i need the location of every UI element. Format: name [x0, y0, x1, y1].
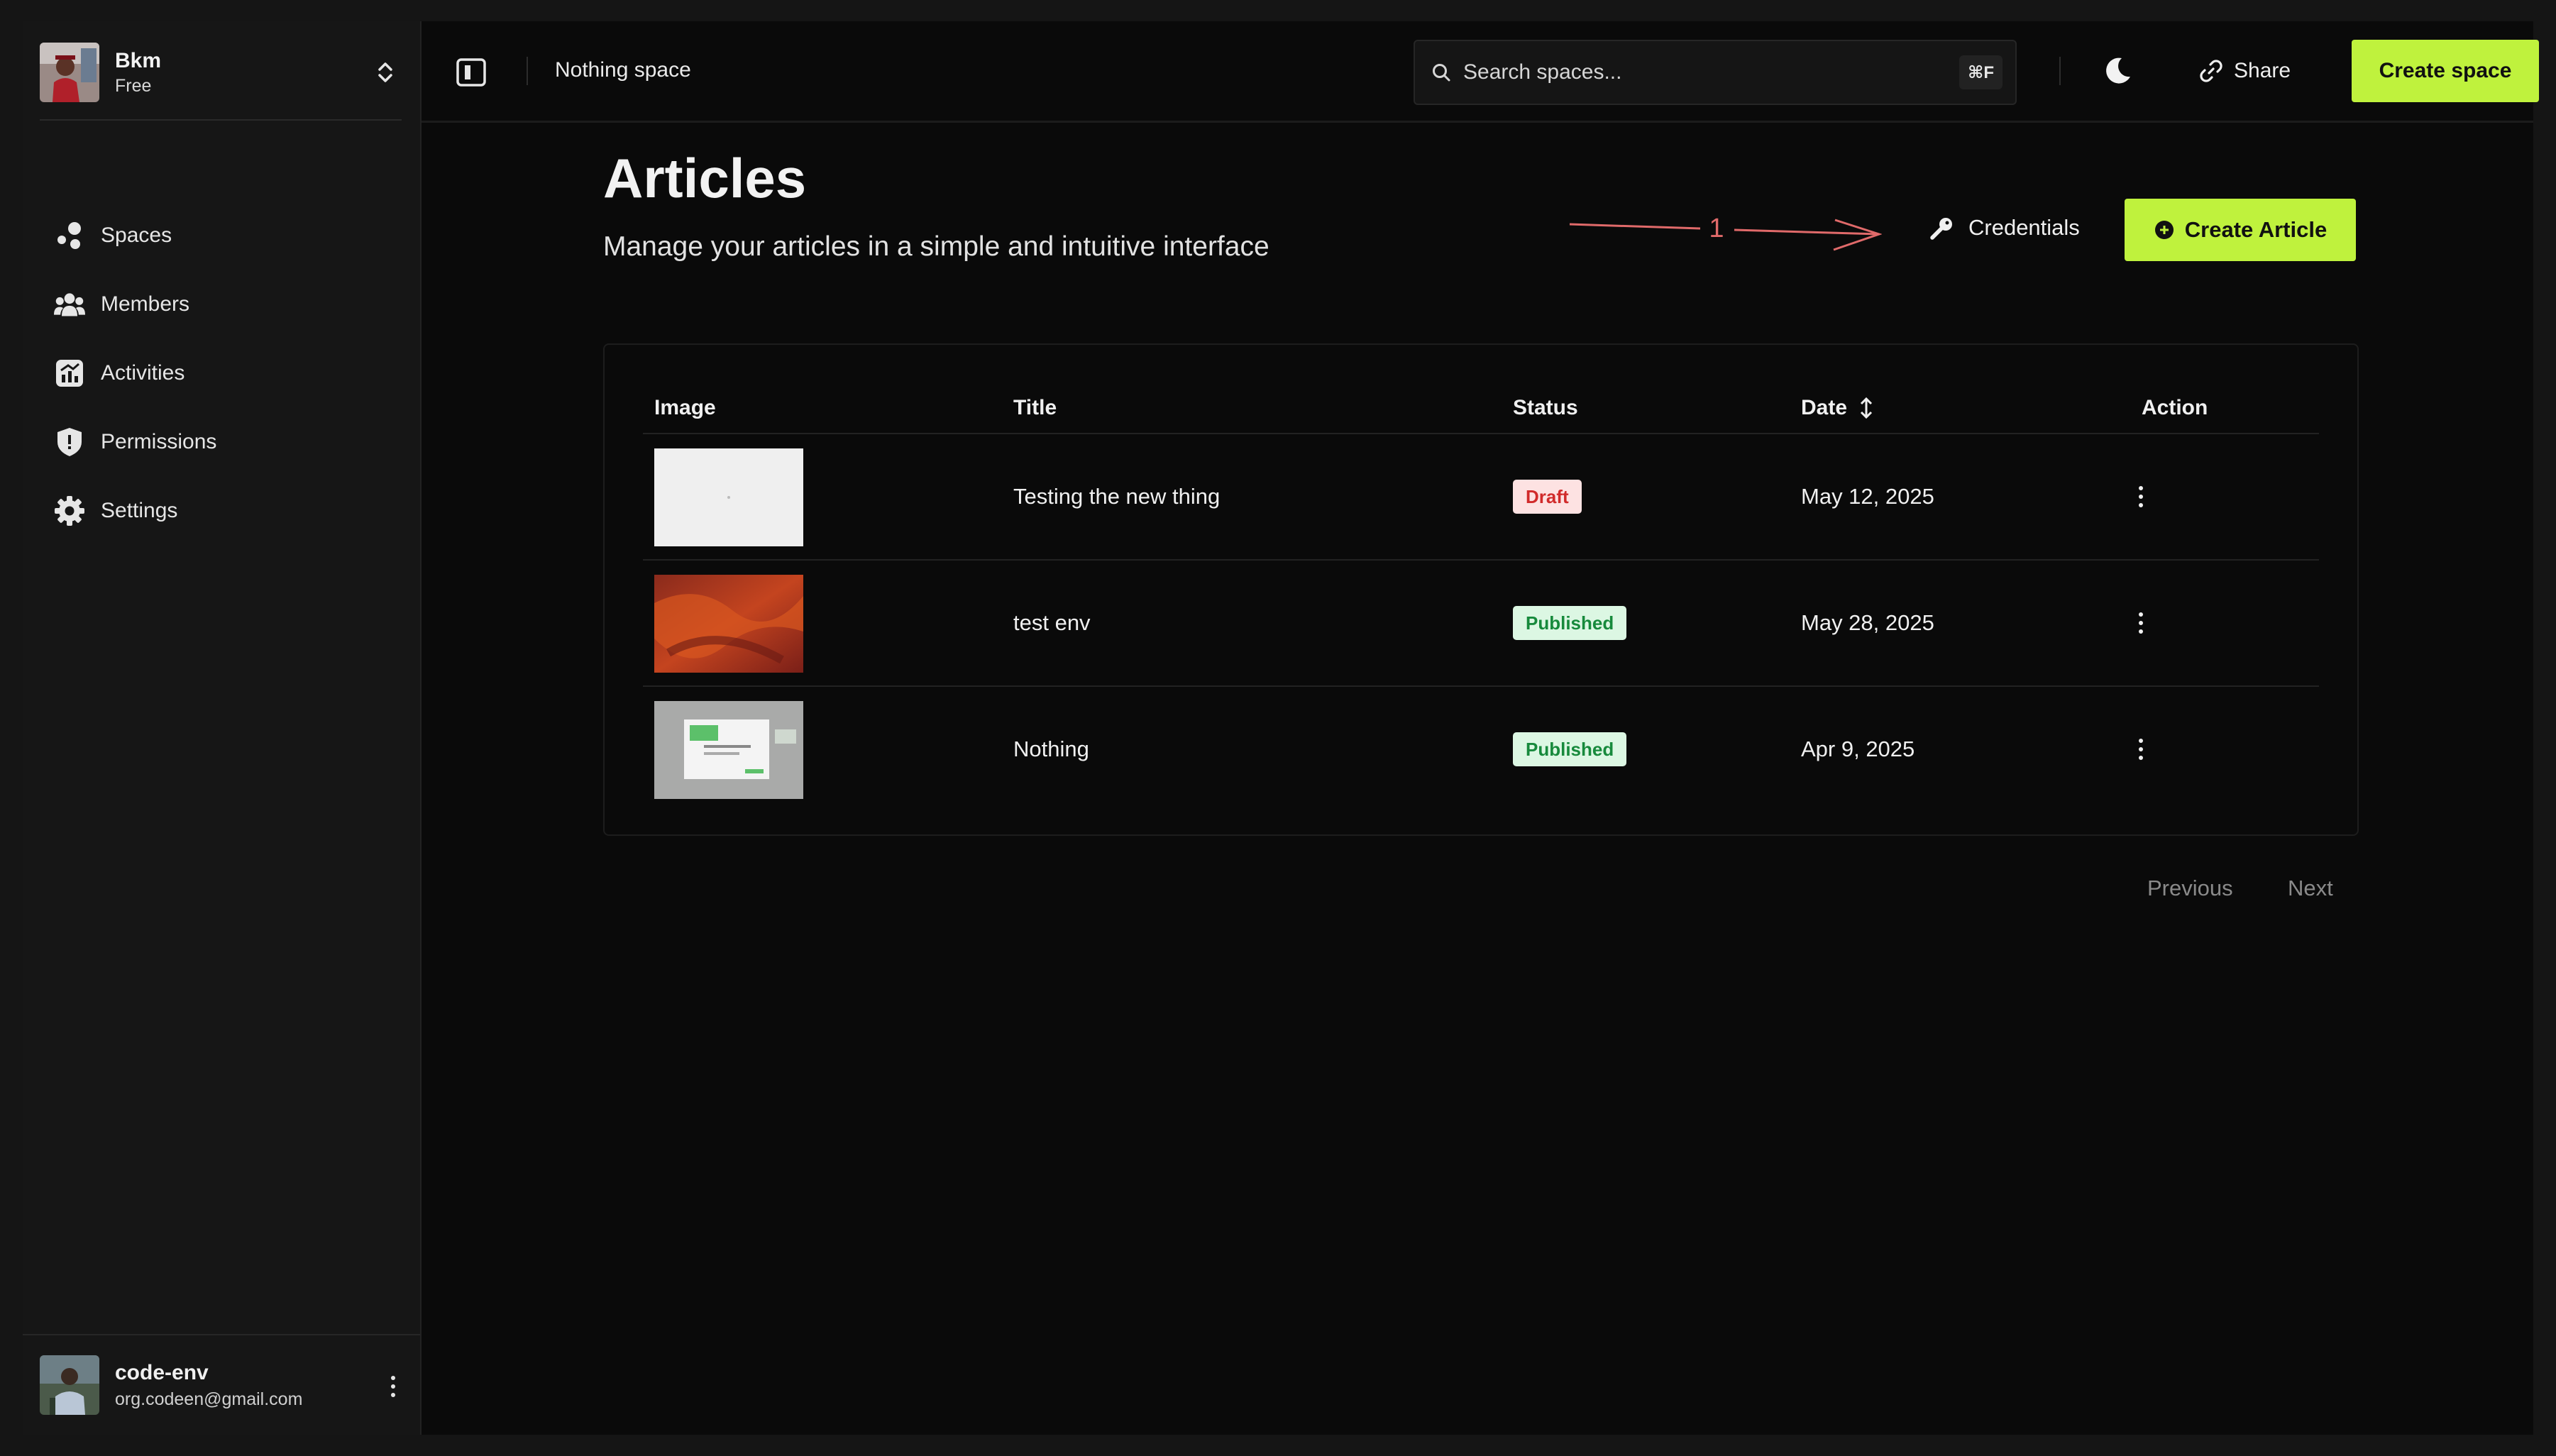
annotation-label: 1: [1709, 214, 1724, 243]
article-title[interactable]: Nothing: [1013, 737, 1089, 762]
workspace-avatar: [40, 43, 99, 102]
gear-icon: [54, 495, 85, 526]
spaces-icon: [54, 220, 85, 251]
activities-icon: [54, 358, 85, 389]
create-article-label: Create Article: [2184, 217, 2328, 242]
key-icon: [1930, 218, 1952, 240]
search-input[interactable]: [1462, 60, 1933, 85]
column-header-title: Title: [1013, 396, 1057, 419]
article-thumbnail: [654, 701, 803, 799]
create-article-button[interactable]: Create Article: [2125, 199, 2356, 261]
create-space-button[interactable]: Create space: [2352, 40, 2539, 102]
topbar-divider: [2059, 57, 2061, 85]
chevron-up-down-icon: [378, 62, 392, 82]
article-date: May 28, 2025: [1801, 610, 1934, 635]
sidebar-divider: [40, 119, 402, 121]
sidebar-nav: Spaces Members Activities Permissions Se…: [54, 213, 395, 557]
user-email: org.codeen@gmail.com: [115, 1389, 303, 1409]
more-vertical-icon[interactable]: [2136, 735, 2146, 763]
more-vertical-icon[interactable]: [389, 1372, 397, 1401]
table-row[interactable]: Testing the new thing Draft May 12, 2025: [643, 434, 2319, 561]
user-profile[interactable]: code-env org.codeen@gmail.com: [23, 1334, 420, 1435]
annotation-arrow: 1: [1570, 214, 1882, 251]
article-date: Apr 9, 2025: [1801, 737, 1915, 761]
breadcrumb[interactable]: Nothing space: [555, 58, 691, 82]
status-badge: Published: [1513, 732, 1627, 766]
status-badge: Draft: [1513, 480, 1582, 514]
sidebar: Bkm Free Spaces Members Activities Permi…: [23, 21, 422, 1435]
more-vertical-icon[interactable]: [2136, 609, 2146, 637]
article-title[interactable]: Testing the new thing: [1013, 484, 1220, 509]
sidebar-item-label: Permissions: [101, 430, 217, 453]
sidebar-item-members[interactable]: Members: [54, 282, 395, 327]
topbar: Nothing space ⌘F Share Create space: [422, 21, 2539, 123]
search-bar[interactable]: ⌘F: [1414, 40, 2017, 105]
link-icon: [2200, 60, 2222, 82]
sidebar-toggle-icon[interactable]: [456, 57, 487, 88]
page-subtitle: Manage your articles in a simple and int…: [603, 231, 1269, 262]
search-shortcut: ⌘F: [1959, 55, 2003, 89]
sidebar-item-permissions[interactable]: Permissions: [54, 419, 395, 465]
article-date: May 12, 2025: [1801, 484, 1934, 509]
more-vertical-icon[interactable]: [2136, 482, 2146, 511]
table-row[interactable]: test env Published May 28, 2025: [643, 561, 2319, 687]
members-icon: [54, 289, 85, 320]
share-label: Share: [2234, 59, 2291, 82]
column-header-date-label: Date: [1801, 396, 1848, 419]
sidebar-item-activities[interactable]: Activities: [54, 351, 395, 396]
column-header-date[interactable]: Date: [1801, 396, 1875, 420]
sidebar-item-label: Activities: [101, 361, 185, 385]
credentials-button[interactable]: Credentials: [1930, 203, 2080, 253]
workspace-plan: Free: [115, 75, 152, 96]
page-title: Articles: [603, 147, 807, 209]
topbar-divider: [527, 57, 528, 85]
sidebar-item-spaces[interactable]: Spaces: [54, 213, 395, 258]
article-title[interactable]: test env: [1013, 610, 1091, 636]
sort-icon: [1860, 397, 1873, 419]
articles-table: Image Title Status Date Action Testing t…: [603, 343, 2359, 836]
sidebar-item-label: Spaces: [101, 224, 172, 247]
next-page-button[interactable]: Next: [2288, 876, 2333, 901]
status-badge: Published: [1513, 606, 1627, 640]
plus-circle-icon: [2154, 221, 2174, 239]
article-thumbnail: [654, 448, 803, 546]
shield-icon: [54, 426, 85, 458]
sidebar-item-label: Members: [101, 292, 190, 316]
app-window: Bkm Free Spaces Members Activities Permi…: [23, 21, 2539, 1435]
search-icon: [1433, 64, 1450, 82]
previous-page-button[interactable]: Previous: [2147, 876, 2233, 901]
user-name: code-env: [115, 1360, 209, 1384]
article-thumbnail: [654, 575, 803, 673]
column-header-action: Action: [2142, 396, 2208, 419]
table-header: Image Title Status Date Action: [643, 379, 2319, 434]
sidebar-item-settings[interactable]: Settings: [54, 488, 395, 534]
moon-icon[interactable]: [2100, 54, 2134, 88]
user-avatar: [40, 1355, 99, 1415]
sidebar-item-label: Settings: [101, 499, 178, 522]
column-header-image: Image: [654, 396, 716, 419]
share-button[interactable]: Share: [2198, 50, 2291, 92]
credentials-label: Credentials: [1968, 215, 2080, 240]
column-header-status: Status: [1513, 396, 1578, 419]
workspace-name: Bkm: [115, 48, 162, 72]
table-row[interactable]: Nothing Published Apr 9, 2025: [643, 687, 2319, 812]
workspace-switcher[interactable]: Bkm Free: [40, 38, 402, 106]
